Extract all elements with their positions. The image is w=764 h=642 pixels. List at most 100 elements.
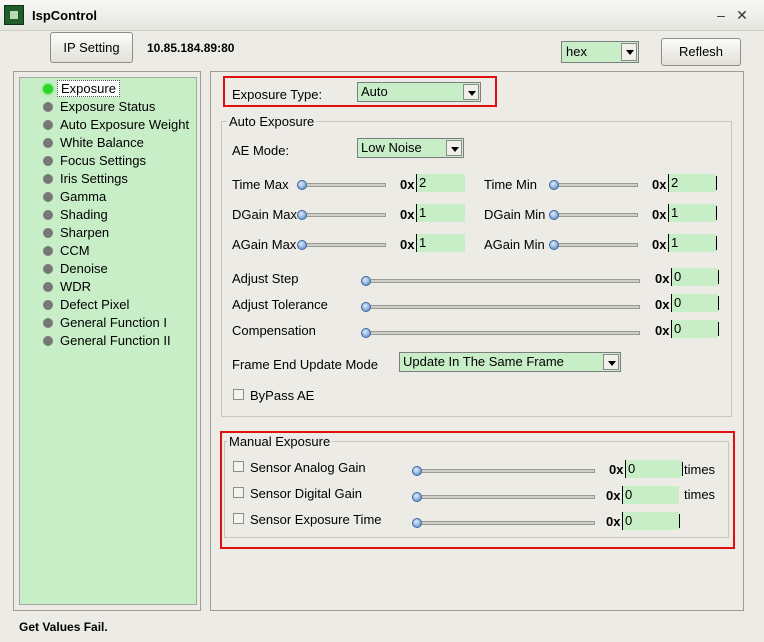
- auto-exposure-group: [221, 121, 732, 417]
- time-max-slider-track[interactable]: [300, 183, 386, 187]
- bullet-icon: [43, 282, 53, 292]
- minimize-icon[interactable]: –: [713, 7, 729, 23]
- dgain-min-slider-thumb[interactable]: [549, 210, 559, 220]
- again-min-input[interactable]: 1: [668, 234, 716, 252]
- dgain-max-slider-track[interactable]: [300, 213, 386, 217]
- sidebar-item-gamma[interactable]: Gamma: [43, 188, 107, 206]
- input-end-marker: [718, 322, 719, 336]
- again-max-slider-thumb[interactable]: [297, 240, 307, 250]
- sensor-analog-gain-slider-thumb[interactable]: [412, 466, 422, 476]
- dgain-max-slider-thumb[interactable]: [297, 210, 307, 220]
- again-min-slider-thumb[interactable]: [549, 240, 559, 250]
- sensor-digital-gain-checkbox[interactable]: [233, 487, 244, 498]
- sidebar-item-shading[interactable]: Shading: [43, 206, 108, 224]
- input-end-marker: [718, 270, 719, 284]
- close-icon[interactable]: ✕: [734, 7, 750, 23]
- time-min-slider-thumb[interactable]: [549, 180, 559, 190]
- chevron-down-icon: [603, 354, 619, 370]
- time-min-slider-track[interactable]: [552, 183, 638, 187]
- again-max-input[interactable]: 1: [416, 234, 465, 252]
- sensor-exposure-time-slider-thumb[interactable]: [412, 518, 422, 528]
- adjust-step-slider-track[interactable]: [364, 279, 640, 283]
- bullet-icon: [43, 246, 53, 256]
- sensor-exposure-time-slider-track[interactable]: [415, 521, 595, 525]
- hex-prefix: 0x: [400, 207, 415, 222]
- sensor-digital-gain-input[interactable]: 0: [622, 486, 679, 504]
- time-min-input[interactable]: 2: [668, 174, 716, 192]
- sidebar-item-sharpen[interactable]: Sharpen: [43, 224, 109, 242]
- dgain-min-input[interactable]: 1: [668, 204, 716, 222]
- sidebar-item-focus-settings[interactable]: Focus Settings: [43, 152, 146, 170]
- compensation-slider-thumb[interactable]: [361, 328, 371, 338]
- sidebar-item-general-function-i[interactable]: General Function I: [43, 314, 167, 332]
- time-max-input[interactable]: 2: [416, 174, 465, 192]
- sidebar-item-defect-pixel[interactable]: Defect Pixel: [43, 296, 130, 314]
- dgain-min-slider-track[interactable]: [552, 213, 638, 217]
- sensor-digital-gain-slider-track[interactable]: [415, 495, 595, 499]
- adjust-tolerance-slider-thumb[interactable]: [361, 302, 371, 312]
- bullet-icon: [43, 228, 53, 238]
- sensor-exposure-time-input[interactable]: 0: [622, 512, 679, 530]
- bullet-icon: [43, 138, 53, 148]
- title-bar: [0, 0, 764, 31]
- sensor-exposure-time-checkbox[interactable]: [233, 513, 244, 524]
- time-max-slider-thumb[interactable]: [297, 180, 307, 190]
- dgain-max-label: DGain Max: [232, 207, 298, 222]
- adjust-tolerance-input[interactable]: 0: [671, 294, 718, 312]
- sidebar-item-label: Iris Settings: [60, 171, 128, 186]
- bullet-icon: [43, 174, 53, 184]
- exposure-type-value: Auto: [361, 84, 388, 99]
- sidebar-item-iris-settings[interactable]: Iris Settings: [43, 170, 128, 188]
- ae-mode-select[interactable]: Low Noise: [357, 138, 464, 158]
- sidebar-item-label: General Function II: [60, 333, 171, 348]
- again-min-label: AGain Min: [484, 237, 545, 252]
- sidebar-item-exposure-status[interactable]: Exposure Status: [43, 98, 156, 116]
- active-dot-icon: [43, 84, 53, 94]
- input-end-marker: [682, 462, 683, 476]
- input-end-marker: [716, 236, 717, 250]
- bullet-icon: [43, 102, 53, 112]
- adjust-step-slider-thumb[interactable]: [361, 276, 371, 286]
- sidebar-item-label: Exposure Status: [60, 99, 156, 114]
- sensor-digital-gain-slider-thumb[interactable]: [412, 492, 422, 502]
- adjust-step-label: Adjust Step: [232, 271, 299, 286]
- ip-address: 10.85.184.89:80: [147, 41, 235, 55]
- hex-prefix: 0x: [655, 271, 670, 286]
- ip-setting-button[interactable]: IP Setting: [50, 32, 133, 63]
- sidebar-item-white-balance[interactable]: White Balance: [43, 134, 144, 152]
- sensor-analog-gain-label: Sensor Analog Gain: [250, 460, 366, 475]
- refresh-button[interactable]: Reflesh: [661, 38, 741, 66]
- sidebar-item-wdr[interactable]: WDR: [43, 278, 91, 296]
- adjust-step-input[interactable]: 0: [671, 268, 718, 286]
- exposure-type-select[interactable]: Auto: [357, 82, 481, 102]
- frame-end-select[interactable]: Update In The Same Frame: [399, 352, 621, 372]
- dgain-max-input[interactable]: 1: [416, 204, 465, 222]
- sidebar-item-denoise[interactable]: Denoise: [43, 260, 108, 278]
- sidebar-item-label: Denoise: [60, 261, 108, 276]
- sidebar-item-general-function-ii[interactable]: General Function II: [43, 332, 171, 350]
- sidebar-item-exposure[interactable]: Exposure: [43, 80, 120, 98]
- sensor-analog-gain-input[interactable]: 0: [625, 460, 682, 478]
- sensor-analog-gain-slider-track[interactable]: [415, 469, 595, 473]
- compensation-slider-track[interactable]: [364, 331, 640, 335]
- sensor-digital-gain-label: Sensor Digital Gain: [250, 486, 362, 501]
- bullet-icon: [43, 210, 53, 220]
- again-min-slider-track[interactable]: [552, 243, 638, 247]
- exposure-type-label: Exposure Type:: [232, 87, 323, 102]
- sensor-analog-gain-checkbox[interactable]: [233, 461, 244, 472]
- sidebar-item-auto-exposure-weight[interactable]: Auto Exposure Weight: [43, 116, 189, 134]
- bypass-ae-checkbox[interactable]: [233, 389, 244, 400]
- again-max-slider-track[interactable]: [300, 243, 386, 247]
- sidebar-item-label: Gamma: [60, 189, 107, 204]
- frame-end-value: Update In The Same Frame: [403, 354, 564, 369]
- hex-prefix: 0x: [400, 237, 415, 252]
- format-select[interactable]: hex: [561, 41, 639, 63]
- compensation-input[interactable]: 0: [671, 320, 718, 338]
- chevron-down-icon: [463, 84, 479, 100]
- sidebar-item-ccm[interactable]: CCM: [43, 242, 90, 260]
- sidebar-item-label: Defect Pixel: [60, 297, 130, 312]
- chevron-down-icon: [446, 140, 462, 156]
- adjust-tolerance-slider-track[interactable]: [364, 305, 640, 309]
- sensor-digital-gain-unit: times: [684, 487, 716, 502]
- auto-exposure-title: Auto Exposure: [227, 114, 317, 129]
